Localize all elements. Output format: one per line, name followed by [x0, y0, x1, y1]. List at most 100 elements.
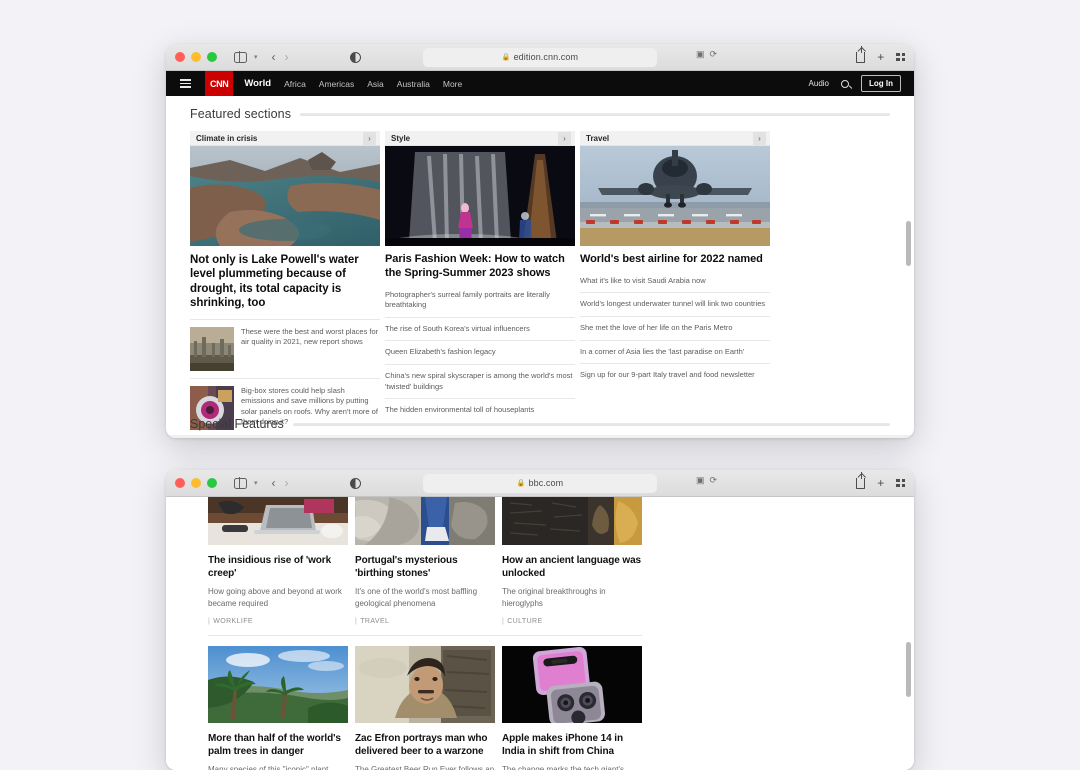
image-palm-trees[interactable] [208, 646, 348, 724]
chevron-down-icon[interactable]: ▾ [254, 53, 258, 61]
bbc-card-ancient-language[interactable]: How an ancient language was unlocked The… [502, 497, 642, 625]
plus-icon[interactable]: + [877, 51, 884, 63]
list-item[interactable]: The rise of South Korea's virtual influe… [385, 318, 575, 342]
card-headline[interactable]: Not only is Lake Powell's water level pl… [190, 246, 380, 311]
card-headline[interactable]: World's best airline for 2022 named [580, 246, 770, 267]
card-header[interactable]: Climate in crisis › [190, 131, 380, 146]
bbc-card-title[interactable]: Portugal's mysterious 'birthing stones' [355, 545, 495, 580]
nav-item-africa[interactable]: Africa [284, 79, 306, 89]
chevron-right-icon[interactable]: › [363, 131, 376, 145]
chevron-right-icon[interactable]: › [558, 131, 571, 145]
share-icon[interactable] [856, 45, 866, 63]
maximize-window-button[interactable] [207, 52, 217, 62]
list-item[interactable]: What it's like to visit Saudi Arabia now [580, 270, 770, 294]
reload-icon[interactable]: ⟳ [709, 49, 717, 60]
chevron-right-icon[interactable]: › [753, 131, 766, 145]
nav-item-australia[interactable]: Australia [397, 79, 430, 89]
image-laptop-desk[interactable] [208, 497, 348, 545]
extension-icon[interactable]: ▣ [696, 49, 705, 60]
bbc-card-tag[interactable]: | WORKLIFE [208, 609, 348, 625]
special-features-header: Special Features [166, 417, 914, 431]
nav-item-world[interactable]: World [244, 78, 271, 89]
list-item[interactable]: World's longest underwater tunnel will l… [580, 293, 770, 318]
card-header[interactable]: Style › [385, 131, 575, 146]
card-travel[interactable]: Travel › World's best airline for 2022 n… [580, 131, 770, 430]
special-features-title: Special Features [190, 417, 284, 431]
url-text-cnn: edition.cnn.com [513, 52, 579, 62]
related-article-text[interactable]: These were the best and worst places for… [241, 327, 380, 371]
card-headline[interactable]: Paris Fashion Week: How to watch the Spr… [385, 246, 575, 281]
vertical-scrollbar[interactable] [906, 642, 911, 697]
image-iphone-14[interactable] [502, 646, 642, 724]
hamburger-menu-icon[interactable] [180, 79, 191, 88]
bbc-card-birthing-stones[interactable]: Portugal's mysterious 'birthing stones' … [355, 497, 495, 625]
window-controls[interactable] [175, 52, 217, 62]
list-item[interactable]: In a corner of Asia lies the 'last parad… [580, 341, 770, 365]
close-window-button[interactable] [175, 52, 185, 62]
forward-chevron-icon[interactable]: › [282, 49, 292, 65]
hero-image-airplane-takeoff[interactable] [580, 146, 770, 246]
nav-item-more[interactable]: More [443, 79, 462, 89]
bbc-card-title[interactable]: How an ancient language was unlocked [502, 545, 642, 580]
list-item[interactable]: Sign up for our 9-part Italy travel and … [580, 364, 770, 387]
sidebar-icon[interactable] [231, 476, 250, 491]
sidebar-icon[interactable] [231, 50, 250, 65]
plus-icon[interactable]: + [877, 477, 884, 489]
chevron-down-icon[interactable]: ▾ [254, 479, 258, 487]
list-item[interactable]: She met the love of her life on the Pari… [580, 317, 770, 341]
bbc-card-iphone-india[interactable]: Apple makes iPhone 14 in India in shift … [502, 646, 642, 770]
window-controls[interactable] [175, 478, 217, 488]
extension-icon[interactable]: ▣ [696, 475, 705, 486]
bbc-card-title[interactable]: Apple makes iPhone 14 in India in shift … [502, 723, 642, 758]
bbc-card-summary: The change marks the tech giant's latest… [502, 765, 625, 770]
back-chevron-icon[interactable]: ‹ [269, 475, 279, 491]
related-article-row[interactable]: These were the best and worst places for… [190, 318, 380, 371]
featured-sections-title: Featured sections [190, 107, 292, 121]
reader-mode-icon[interactable] [349, 477, 361, 489]
bbc-card-title[interactable]: More than half of the world's palm trees… [208, 723, 348, 758]
address-bar-bbc[interactable]: 🔒 bbc.com ▣ ⟳ [423, 473, 717, 493]
bbc-card-work-creep[interactable]: The insidious rise of 'work creep' How g… [208, 497, 348, 625]
minimize-window-button[interactable] [191, 478, 201, 488]
login-button[interactable]: Log In [861, 75, 901, 92]
maximize-window-button[interactable] [207, 478, 217, 488]
search-icon[interactable] [841, 79, 849, 88]
browser-window-bbc[interactable]: ▾ ‹ › 🔒 bbc.com ▣ ⟳ + The insidious rise… [166, 470, 914, 770]
list-item[interactable]: Photographer's surreal family portraits … [385, 284, 575, 318]
image-birthing-stones[interactable] [355, 497, 495, 545]
tag-label: CULTURE [507, 618, 543, 626]
vertical-scrollbar[interactable] [906, 221, 911, 266]
bbc-card-palm-trees[interactable]: More than half of the world's palm trees… [208, 646, 348, 770]
image-hieroglyph-rubbing[interactable] [502, 497, 642, 545]
reader-mode-icon[interactable] [349, 51, 361, 63]
cnn-logo[interactable]: CNN [205, 71, 234, 96]
list-item[interactable]: China's new spiral skyscraper is among t… [385, 365, 575, 400]
bbc-card-title[interactable]: Zac Efron portrays man who delivered bee… [355, 723, 495, 758]
thumbnail-air-quality[interactable] [190, 326, 234, 371]
share-icon[interactable] [856, 471, 866, 489]
hero-image-lake-powell[interactable] [190, 146, 380, 246]
card-header[interactable]: Travel › [580, 131, 770, 146]
reload-icon[interactable]: ⟳ [709, 475, 717, 486]
browser-window-cnn[interactable]: ▾ ‹ › 🔒 edition.cnn.com ▣ ⟳ + CNN World … [166, 44, 914, 438]
card-style[interactable]: Style › Paris Fashion Week: How to watch… [385, 131, 575, 430]
list-item[interactable]: Queen Elizabeth's fashion legacy [385, 341, 575, 366]
hero-image-paris-fashion-week[interactable] [385, 146, 575, 246]
tab-grid-icon[interactable] [896, 52, 905, 62]
image-zac-efron[interactable] [355, 646, 495, 724]
address-bar-cnn[interactable]: 🔒 edition.cnn.com ▣ ⟳ [423, 47, 717, 67]
bbc-card-title[interactable]: The insidious rise of 'work creep' [208, 545, 348, 580]
minimize-window-button[interactable] [191, 52, 201, 62]
nav-item-americas[interactable]: Americas [319, 79, 354, 89]
close-window-button[interactable] [175, 478, 185, 488]
forward-chevron-icon[interactable]: › [282, 475, 292, 491]
bbc-card-zac-efron[interactable]: Zac Efron portrays man who delivered bee… [355, 646, 495, 770]
tab-grid-icon[interactable] [896, 478, 905, 488]
card-climate-in-crisis[interactable]: Climate in crisis › Not only is Lake Pow… [190, 131, 380, 430]
nav-item-asia[interactable]: Asia [367, 79, 384, 89]
bbc-card-tag[interactable]: | CULTURE [502, 609, 642, 625]
bbc-card-tag[interactable]: | TRAVEL [355, 609, 495, 625]
audio-link[interactable]: Audio [809, 79, 829, 88]
cnn-nav-links: World Africa Americas Asia Australia Mor… [244, 78, 462, 89]
back-chevron-icon[interactable]: ‹ [269, 49, 279, 65]
